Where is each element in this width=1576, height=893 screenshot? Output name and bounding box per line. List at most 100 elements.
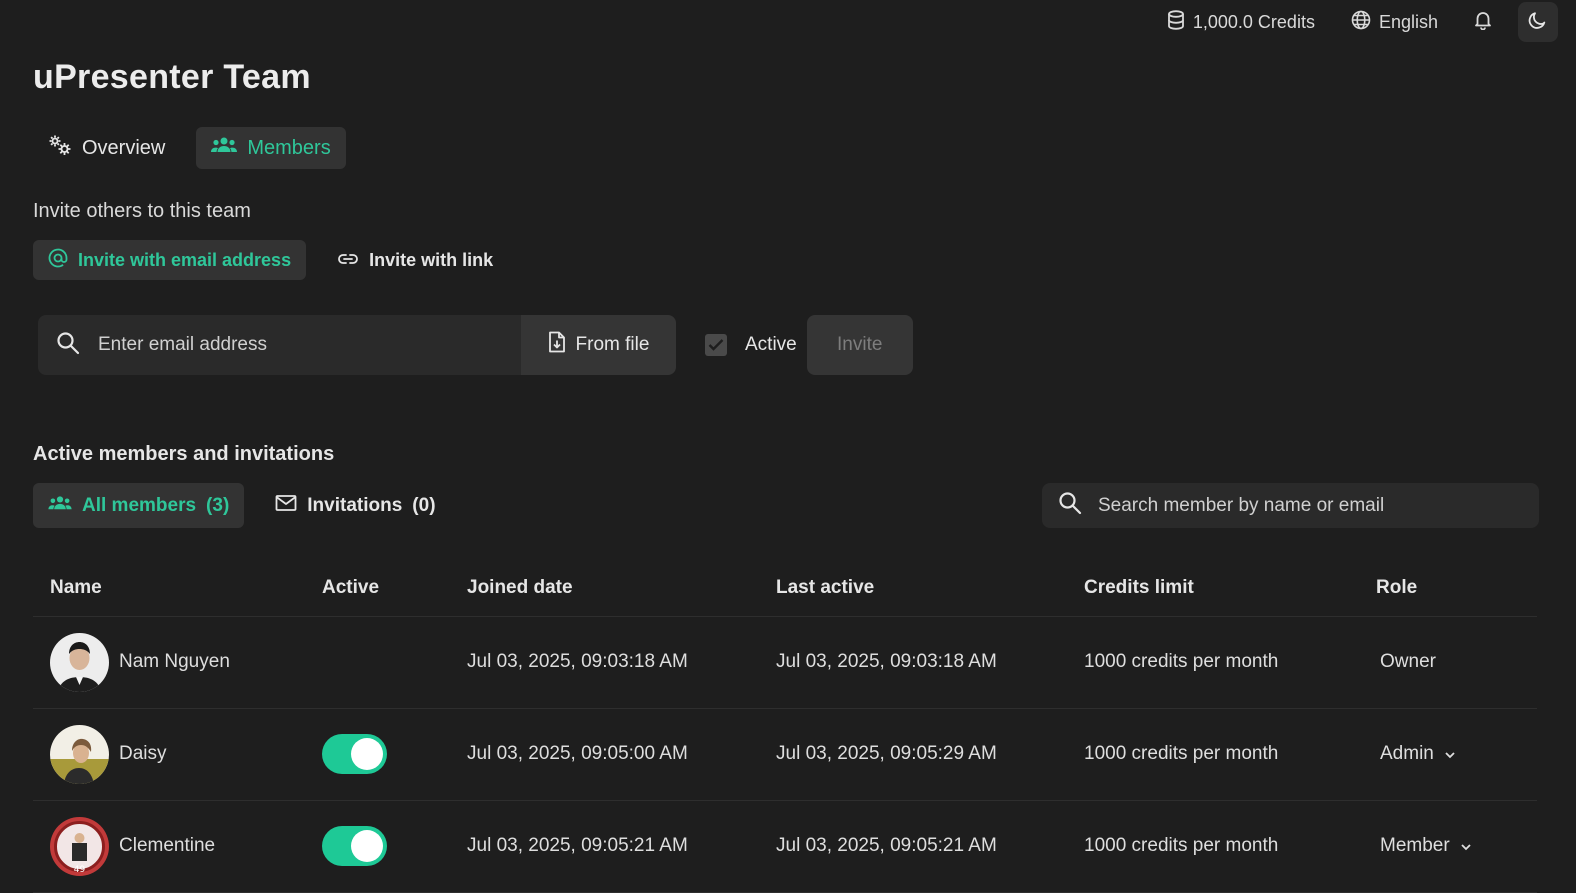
invite-form: From file Active Invite <box>38 315 913 375</box>
role-label: Member <box>1380 835 1450 856</box>
chevron-down-icon <box>1460 835 1472 857</box>
tab-members[interactable]: Members <box>196 127 346 169</box>
active-checkbox-group[interactable]: Active <box>705 334 797 356</box>
column-header-last-active: Last active <box>759 560 1067 617</box>
invite-with-link-button[interactable]: Invite with link <box>322 240 508 280</box>
credits-limit-cell: 1000 credits per month <box>1067 708 1359 801</box>
last-active-cell: Jul 03, 2025, 09:03:18 AM <box>759 616 1067 709</box>
invite-with-email-label: Invite with email address <box>78 249 292 270</box>
at-icon <box>48 248 68 273</box>
search-icon <box>1058 491 1082 520</box>
all-members-count: (3) <box>206 494 230 516</box>
top-bar: 1,000.0 Credits English <box>1167 0 1576 44</box>
member-name-group: Daisy <box>50 724 305 784</box>
active-cell <box>305 800 450 893</box>
table-header-row: Name Active Joined date Last active Cred… <box>33 560 1537 617</box>
team-tabs: Overview Members <box>33 127 346 169</box>
tab-overview[interactable]: Overview <box>33 127 180 169</box>
tab-members-label: Members <box>247 136 331 159</box>
invite-button[interactable]: Invite <box>806 315 913 375</box>
users-icon <box>211 136 238 160</box>
invite-mode-tabs: Invite with email address Invite with li… <box>33 240 508 280</box>
page-title: uPresenter Team <box>33 58 311 96</box>
role-display: Owner <box>1376 651 1537 673</box>
avatar: 49 <box>50 816 109 876</box>
file-import-icon <box>548 331 566 359</box>
language-label: English <box>1378 11 1438 32</box>
link-icon <box>337 250 359 271</box>
credits-display[interactable]: 1,000.0 Credits <box>1167 9 1315 35</box>
svg-text:49: 49 <box>74 865 86 875</box>
invitations-count: (0) <box>412 494 436 516</box>
member-search-input[interactable] <box>1098 494 1518 517</box>
from-file-button[interactable]: From file <box>521 315 676 375</box>
theme-toggle-button[interactable] <box>1518 2 1558 42</box>
email-input[interactable] <box>98 334 478 356</box>
tab-invitations[interactable]: Invitations (0) <box>260 483 450 528</box>
invite-with-link-label: Invite with link <box>369 249 494 270</box>
avatar <box>50 632 109 692</box>
column-header-joined: Joined date <box>450 560 759 617</box>
member-name: Clementine <box>119 835 216 856</box>
members-table: Name Active Joined date Last active Cred… <box>33 560 1537 893</box>
joined-date-cell: Jul 03, 2025, 09:03:18 AM <box>450 616 759 709</box>
role-cell: Member <box>1359 800 1537 893</box>
member-search-container <box>1042 483 1539 528</box>
table-row: 49 Clementine Jul 03, 2025, 09:05:21 AM … <box>33 800 1537 893</box>
role-label: Admin <box>1380 743 1434 764</box>
active-toggle[interactable] <box>322 826 387 866</box>
members-section-title: Active members and invitations <box>33 443 335 465</box>
last-active-cell: Jul 03, 2025, 09:05:29 AM <box>759 708 1067 801</box>
chevron-down-icon <box>1444 743 1456 765</box>
active-checkbox[interactable] <box>705 334 727 356</box>
language-selector[interactable]: English <box>1351 10 1438 35</box>
notifications-button[interactable] <box>1474 10 1492 35</box>
role-label: Owner <box>1380 651 1436 672</box>
invite-with-email-button[interactable]: Invite with email address <box>33 240 307 280</box>
users-icon <box>48 495 72 517</box>
active-toggle[interactable] <box>322 734 387 774</box>
column-header-credits: Credits limit <box>1067 560 1359 617</box>
credits-limit-cell: 1000 credits per month <box>1067 800 1359 893</box>
role-cell: Admin <box>1359 708 1537 801</box>
email-field-container <box>38 315 521 375</box>
invitations-label: Invitations <box>307 494 403 516</box>
mail-icon <box>275 494 297 518</box>
member-name: Nam Nguyen <box>119 651 230 672</box>
name-cell: 49 Clementine <box>33 800 305 893</box>
joined-date-cell: Jul 03, 2025, 09:05:00 AM <box>450 708 759 801</box>
table-row: Nam Nguyen Jul 03, 2025, 09:03:18 AM Jul… <box>33 616 1537 709</box>
globe-icon <box>1351 10 1371 35</box>
active-checkbox-label: Active <box>745 334 797 355</box>
name-cell: Daisy <box>33 708 305 801</box>
column-header-name: Name <box>33 560 305 617</box>
role-cell: Owner <box>1359 616 1537 709</box>
last-active-cell: Jul 03, 2025, 09:05:21 AM <box>759 800 1067 893</box>
gears-icon <box>48 134 72 162</box>
role-dropdown[interactable]: Admin <box>1376 743 1537 765</box>
invite-heading: Invite others to this team <box>33 200 251 222</box>
database-icon <box>1167 9 1185 35</box>
tab-overview-label: Overview <box>82 136 166 159</box>
bell-icon <box>1474 10 1492 35</box>
active-cell <box>305 708 450 801</box>
active-cell <box>305 616 450 709</box>
tab-all-members[interactable]: All members (3) <box>33 483 245 528</box>
member-name-group: 49 Clementine <box>50 816 305 876</box>
moon-icon <box>1528 10 1548 35</box>
table-row: Daisy Jul 03, 2025, 09:05:00 AM Jul 03, … <box>33 708 1537 801</box>
credits-limit-cell: 1000 credits per month <box>1067 616 1359 709</box>
all-members-label: All members <box>82 494 197 516</box>
from-file-label: From file <box>575 334 650 355</box>
member-filter-tabs: All members (3) Invitations (0) <box>33 483 451 528</box>
credits-label: 1,000.0 Credits <box>1192 11 1315 32</box>
joined-date-cell: Jul 03, 2025, 09:05:21 AM <box>450 800 759 893</box>
column-header-active: Active <box>305 560 450 617</box>
column-header-role: Role <box>1359 560 1537 617</box>
name-cell: Nam Nguyen <box>33 616 305 709</box>
avatar <box>50 724 109 784</box>
search-icon <box>56 331 80 360</box>
member-name-group: Nam Nguyen <box>50 632 305 692</box>
member-name: Daisy <box>119 743 167 764</box>
role-dropdown[interactable]: Member <box>1376 835 1537 857</box>
